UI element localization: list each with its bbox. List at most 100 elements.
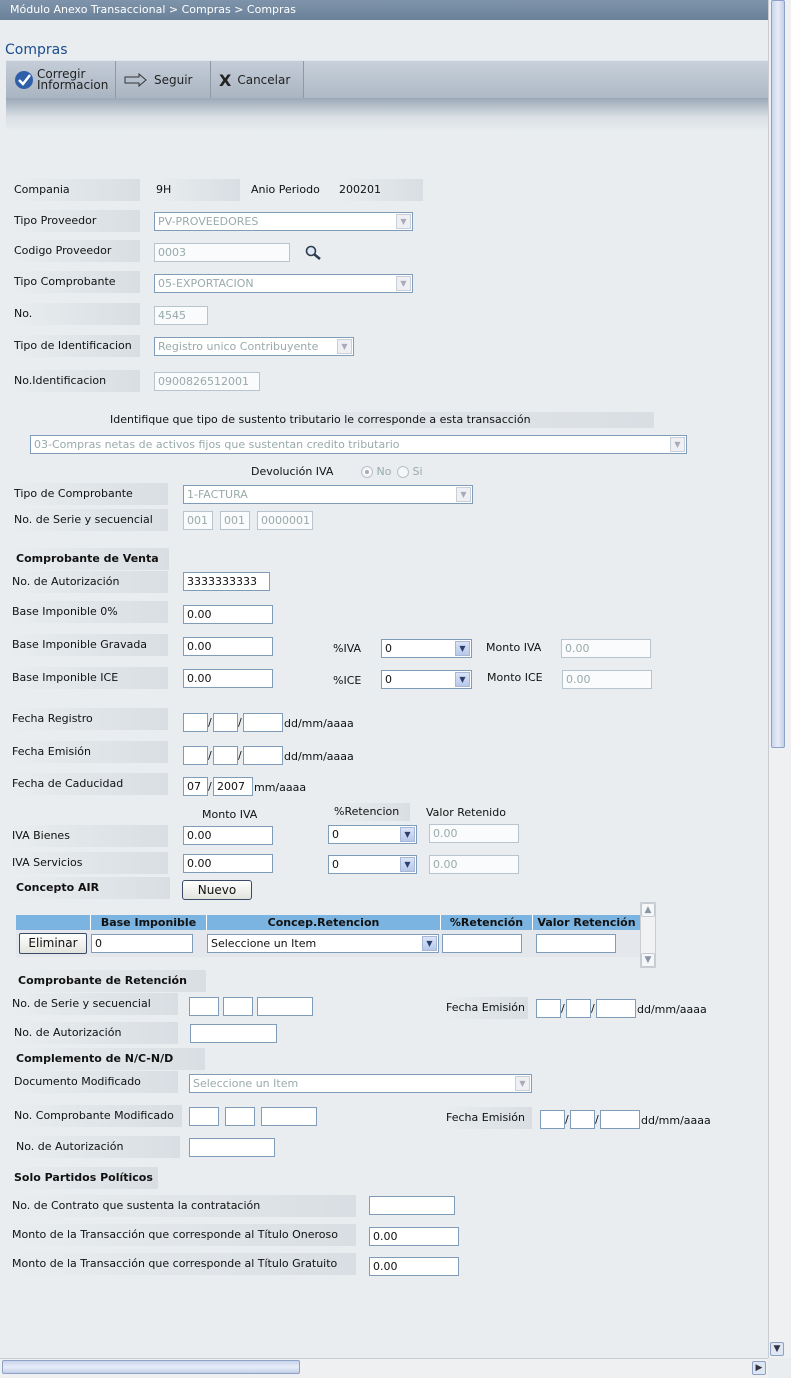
fecha-registro-mm[interactable] <box>213 713 238 732</box>
comprobante-modificado-secuencial[interactable] <box>261 1107 317 1126</box>
no-identificacion-input[interactable]: 0900826512001 <box>154 372 260 391</box>
gratuito-input[interactable]: 0.00 <box>369 1257 459 1276</box>
iva-servicios-valor[interactable]: 0.00 <box>429 855 519 874</box>
nc-autorizacion-input[interactable] <box>189 1138 275 1157</box>
secuencial-input[interactable]: 0000001 <box>257 511 313 530</box>
arrow-right-icon <box>124 73 147 87</box>
air-concep-select[interactable]: Seleccione un Item ▼ <box>207 934 439 953</box>
iva-pct-select[interactable]: 0 ▼ <box>381 639 472 658</box>
retencion-autorizacion-label: No. de Autorización <box>12 1022 178 1044</box>
ice-input[interactable]: 0.00 <box>183 669 273 688</box>
chevron-down-icon[interactable]: ▼ <box>641 953 655 967</box>
radio-no[interactable] <box>361 466 373 478</box>
retencion-serie2[interactable] <box>223 997 253 1016</box>
retencion-fecha-mm[interactable] <box>566 999 591 1018</box>
chevron-down-icon: ▼ <box>455 672 470 687</box>
comprobante-modificado-label: No. Comprobante Modificado <box>12 1105 182 1127</box>
air-valor-input[interactable] <box>536 934 616 953</box>
chevron-up-icon[interactable]: ▲ <box>641 903 655 917</box>
scroll-right-icon[interactable]: ▶ <box>752 1361 766 1375</box>
sustento-select[interactable]: 03-Compras netas de activos fijos que su… <box>30 435 687 454</box>
col-valor-retencion: Valor Retención <box>532 915 640 930</box>
retencion-fecha-dd[interactable] <box>536 999 561 1018</box>
retencion-fecha-format: dd/mm/aaaa <box>637 1003 707 1016</box>
col-concep-retencion: Concep.Retencion <box>206 915 440 930</box>
tipo-comprobante-select[interactable]: 05-EXPORTACION ▼ <box>154 274 413 293</box>
iva-servicios-pct-select[interactable]: 0 ▼ <box>328 855 417 874</box>
caducidad-aaaa[interactable]: 2007 <box>213 777 253 796</box>
monto-ice-input[interactable]: 0.00 <box>562 670 652 689</box>
documento-modificado-select[interactable]: Seleccione un Item ▼ <box>189 1074 532 1093</box>
tipo-identificacion-select[interactable]: Registro unico Contribuyente ▼ <box>154 337 354 356</box>
fecha-emision-mm[interactable] <box>213 746 238 765</box>
fecha-emision-label: Fecha Emisión <box>10 741 168 763</box>
tipo-comprobante-label: Tipo Comprobante <box>12 271 140 293</box>
date-separator: / <box>238 716 242 729</box>
retencion-serie1[interactable] <box>189 997 219 1016</box>
chevron-down-icon: ▼ <box>396 214 411 229</box>
ice-pct-select[interactable]: 0 ▼ <box>381 670 472 689</box>
fecha-emision-dd[interactable] <box>183 746 208 765</box>
search-icon[interactable] <box>305 245 323 261</box>
vertical-scroll-thumb[interactable] <box>771 0 785 748</box>
col-pct-retencion: %Retención <box>440 915 532 930</box>
chevron-down-icon: ▼ <box>337 339 352 354</box>
fecha-registro-dd[interactable] <box>183 713 208 732</box>
iva-bienes-valor[interactable]: 0.00 <box>429 824 519 843</box>
nc-fecha-dd[interactable] <box>540 1110 565 1129</box>
caducidad-mm[interactable]: 07 <box>183 777 208 796</box>
corregir-button[interactable]: Corregir Informacion <box>6 61 116 99</box>
compania-label: Compania <box>12 179 140 201</box>
scroll-down-icon[interactable]: ▼ <box>770 1342 784 1356</box>
fecha-emision-aaaa[interactable] <box>243 746 283 765</box>
autorizacion-input[interactable]: 3333333333 <box>183 572 270 591</box>
monto-iva-input[interactable]: 0.00 <box>561 639 651 658</box>
air-pct-input[interactable] <box>442 934 522 953</box>
date-separator: / <box>591 1002 595 1015</box>
partidos-heading: Solo Partidos Políticos <box>12 1167 158 1189</box>
no-label: No. <box>12 303 140 325</box>
base0-label: Base Imponible 0% <box>10 601 168 623</box>
air-base-input[interactable]: 0 <box>91 934 193 953</box>
tipo-de-comprobante-label: Tipo de Comprobante <box>12 483 168 505</box>
autorizacion-label: No. de Autorización <box>10 571 168 593</box>
oneroso-input[interactable]: 0.00 <box>369 1227 459 1246</box>
comprobante-retencion-heading: Comprobante de Retención <box>16 970 206 992</box>
eliminar-button[interactable]: Eliminar <box>19 933 87 954</box>
no-input[interactable]: 4545 <box>154 306 208 325</box>
chevron-down-icon: ▼ <box>396 276 411 291</box>
chevron-down-icon: ▼ <box>400 827 415 842</box>
serie2-input[interactable]: 001 <box>220 511 250 530</box>
col-base-imponible: Base Imponible <box>90 915 206 930</box>
iva-servicios-monto[interactable]: 0.00 <box>183 854 273 873</box>
iva-servicios-label: IVA Servicios <box>10 852 168 874</box>
iva-bienes-monto[interactable]: 0.00 <box>183 826 273 845</box>
tipo-de-comprobante-select[interactable]: 1-FACTURA ▼ <box>183 485 473 504</box>
codigo-proveedor-input[interactable]: 0003 <box>154 243 290 262</box>
comprobante-modificado-serie1[interactable] <box>189 1107 219 1126</box>
cancelar-button[interactable]: X Cancelar <box>211 61 304 99</box>
chevron-down-icon: ▼ <box>456 487 471 502</box>
retencion-secuencial[interactable] <box>257 997 313 1016</box>
retencion-fecha-aaaa[interactable] <box>596 999 636 1018</box>
fecha-registro-aaaa[interactable] <box>243 713 283 732</box>
anio-value: 200201 <box>337 179 423 201</box>
contrato-input[interactable] <box>369 1196 455 1215</box>
iva-bienes-pct-select[interactable]: 0 ▼ <box>328 825 417 844</box>
fecha-emision-format: dd/mm/aaaa <box>284 750 354 763</box>
serie1-input[interactable]: 001 <box>183 511 213 530</box>
iva-pct-label: %IVA <box>333 642 362 655</box>
radio-si[interactable] <box>396 466 409 478</box>
tipo-proveedor-select[interactable]: PV-PROVEEDORES ▼ <box>154 212 413 231</box>
base0-input[interactable]: 0.00 <box>183 605 273 624</box>
nuevo-button[interactable]: Nuevo <box>182 880 252 900</box>
ice-pct-label: %ICE <box>333 674 362 687</box>
retencion-autorizacion-input[interactable] <box>190 1024 277 1043</box>
gravada-input[interactable]: 0.00 <box>183 637 273 656</box>
seguir-button[interactable]: Seguir <box>116 61 211 99</box>
horizontal-scroll-thumb[interactable] <box>2 1360 300 1374</box>
comprobante-modificado-serie2[interactable] <box>225 1107 255 1126</box>
nc-fecha-mm[interactable] <box>570 1110 595 1129</box>
nc-fecha-aaaa[interactable] <box>600 1110 640 1129</box>
no-identificacion-label: No.Identificacion <box>12 370 140 392</box>
